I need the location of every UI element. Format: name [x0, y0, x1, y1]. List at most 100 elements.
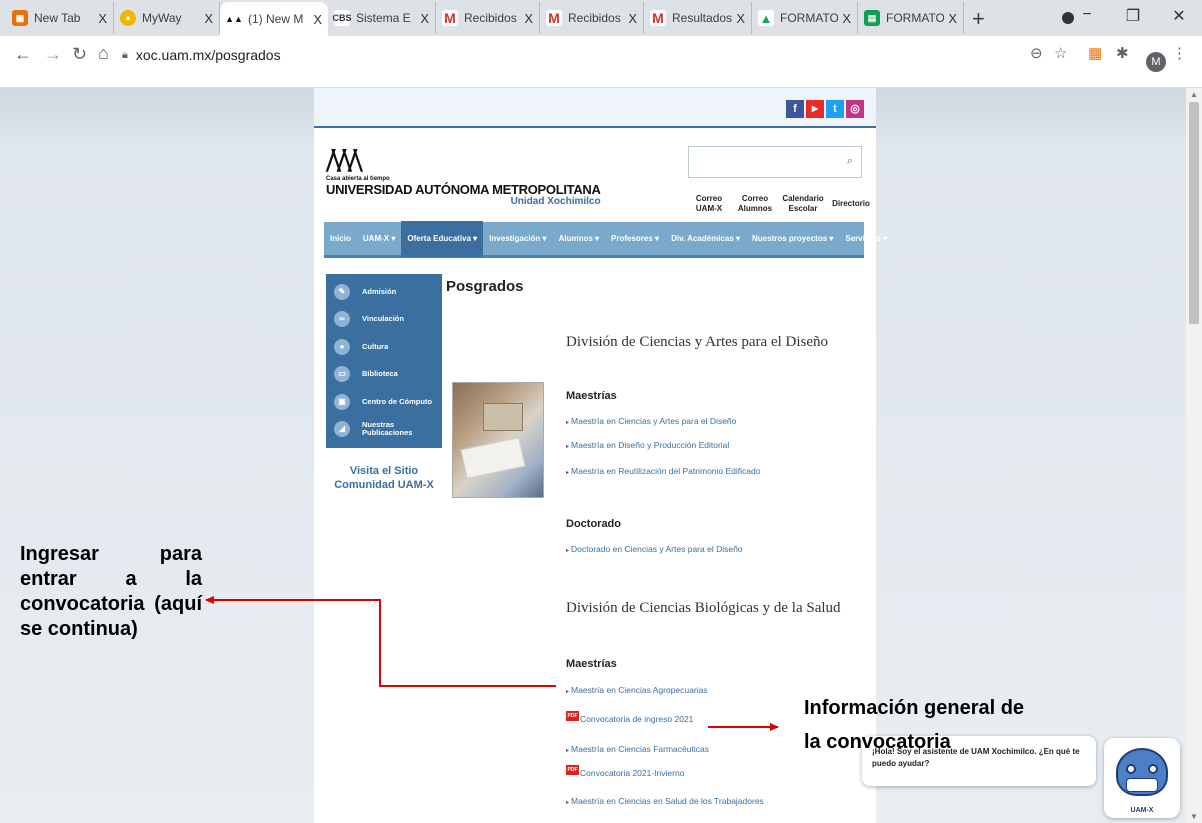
- link-icon: ∞: [334, 311, 350, 328]
- bullet-icon: ▸: [566, 748, 570, 754]
- google-apps-icon: ▦: [12, 10, 28, 26]
- logo-university-name: UNIVERSIDAD AUTÓNOMA METROPOLITANA: [326, 182, 601, 197]
- close-icon[interactable]: X: [948, 11, 957, 26]
- google-drive-icon: ▲: [758, 10, 774, 26]
- program-link[interactable]: ▸ Maestría en Diseño y Producción Editori…: [566, 440, 729, 450]
- nav-item[interactable]: UAM-X ▾: [357, 221, 401, 257]
- close-icon[interactable]: X: [524, 11, 533, 26]
- cbs-icon: CBS: [333, 10, 352, 26]
- google-sheets-icon: ▤: [864, 10, 880, 26]
- close-icon[interactable]: X: [736, 11, 745, 26]
- maximize-icon[interactable]: ❐: [1110, 6, 1156, 26]
- twitter-icon[interactable]: t: [826, 100, 844, 118]
- close-icon[interactable]: X: [842, 11, 851, 26]
- close-icon[interactable]: X: [204, 11, 213, 26]
- scroll-up-icon[interactable]: ▲: [1190, 90, 1198, 99]
- program-link[interactable]: ▸ Maestría en Ciencias Farmacéuticas: [566, 744, 709, 754]
- bookmark-star-icon[interactable]: ☆: [1054, 44, 1067, 62]
- page-scrollbar[interactable]: ▲ ▼: [1186, 88, 1202, 823]
- chatbot-label: UAM-X: [1130, 807, 1154, 814]
- top-link-correo-uamx[interactable]: Correo UAM-X: [688, 194, 730, 214]
- uam-logo[interactable]: /\/\/\ Casa abierta al tiempo UNIVERSIDA…: [326, 144, 601, 208]
- program-link[interactable]: ▸ Maestría en Ciencias y Artes para el Di…: [566, 416, 736, 426]
- tab-strip: ▦ New Tab X ● MyWay X ▲▲ (1) New M X CBS…: [0, 0, 1202, 36]
- top-link-directorio[interactable]: Directorio: [830, 194, 872, 214]
- side-menu-item[interactable]: ● Cultura: [326, 333, 442, 361]
- pdf-icon: PDF: [566, 765, 579, 775]
- extension-apps-icon[interactable]: ▦: [1088, 44, 1102, 62]
- community-link[interactable]: Visita el Sitio Comunidad UAM-X: [326, 464, 442, 492]
- browser-tab[interactable]: CBS Sistema E X: [328, 2, 436, 34]
- pencil-icon: ✎: [334, 283, 350, 300]
- tab-label: New Tab: [34, 11, 81, 25]
- new-tab-button[interactable]: +: [972, 8, 985, 30]
- bullet-icon: ▸: [566, 548, 570, 554]
- close-icon[interactable]: X: [420, 11, 429, 26]
- extensions-puzzle-icon[interactable]: ✱: [1116, 44, 1129, 62]
- browser-tab[interactable]: M Recibidos X: [436, 2, 540, 34]
- reload-icon[interactable]: ↻: [72, 44, 87, 65]
- design-photo: [452, 382, 544, 498]
- nav-item[interactable]: Profesores ▾: [605, 221, 665, 257]
- side-menu-item[interactable]: ▣ Centro de Cómputo: [326, 388, 442, 416]
- instagram-icon[interactable]: ◎: [846, 100, 864, 118]
- top-link-calendario[interactable]: Calendario Escolar: [780, 194, 826, 214]
- microphone-icon: ●: [334, 338, 350, 355]
- menu-kebab-icon[interactable]: ⋮: [1172, 44, 1187, 62]
- site-search-input[interactable]: ⌕: [688, 146, 862, 178]
- nav-item[interactable]: Nuestros proyectos ▾: [746, 221, 839, 257]
- search-icon[interactable]: ⌕: [847, 155, 853, 168]
- program-link[interactable]: ▸ Maestría en Ciencias en Salud de los Tr…: [566, 796, 764, 806]
- tab-label: Sistema E: [356, 11, 411, 25]
- profile-avatar[interactable]: M: [1146, 52, 1166, 72]
- youtube-icon[interactable]: ▶: [806, 100, 824, 118]
- program-link[interactable]: ▸ Doctorado en Ciencias y Artes para el D…: [566, 544, 743, 554]
- facebook-icon[interactable]: f: [786, 100, 804, 118]
- side-menu-item[interactable]: ∞ Vinculación: [326, 306, 442, 334]
- browser-tab[interactable]: M Recibidos X: [540, 2, 644, 34]
- top-link-correo-alumnos[interactable]: Correo Alumnos: [734, 194, 776, 214]
- bullet-icon: ▸: [566, 689, 570, 695]
- nav-item[interactable]: Inicio: [324, 221, 357, 257]
- back-icon[interactable]: ←: [14, 44, 32, 65]
- scroll-down-icon[interactable]: ▼: [1190, 812, 1198, 821]
- url-field[interactable]: 🔒︎ xoc.uam.mx/posgrados: [122, 42, 1040, 68]
- program-link[interactable]: ▸ Maestría en Ciencias Agropecuarias: [566, 685, 708, 695]
- browser-tab[interactable]: ▲ FORMATO X: [752, 2, 858, 34]
- chatbot-avatar-button[interactable]: UAM-X: [1104, 738, 1180, 818]
- side-menu-item[interactable]: ▭ Biblioteca: [326, 361, 442, 389]
- minimize-icon[interactable]: −: [1064, 6, 1110, 26]
- bullet-icon: ▸: [566, 444, 570, 450]
- close-icon[interactable]: X: [98, 11, 107, 26]
- side-menu-item[interactable]: ✎ Admisión: [326, 278, 442, 306]
- browser-tab[interactable]: ▤ FORMATO X: [858, 2, 964, 34]
- nav-item[interactable]: Alumnos ▾: [553, 221, 605, 257]
- nav-item[interactable]: Servicios ▾: [839, 221, 893, 257]
- window-close-icon[interactable]: ✕: [1156, 6, 1202, 26]
- browser-tab[interactable]: M Resultados X: [644, 2, 752, 34]
- site-container: f ▶ t ◎ /\/\/\ Casa abierta al tiempo UN…: [314, 88, 887, 823]
- browser-tab[interactable]: ● MyWay X: [114, 2, 220, 34]
- window-controls: − ❐ ✕: [1064, 6, 1202, 26]
- side-menu-item[interactable]: ◢ Nuestras Publicaciones: [326, 416, 442, 444]
- forward-icon[interactable]: →: [44, 44, 62, 65]
- zoom-icon[interactable]: ⊖: [1030, 44, 1043, 62]
- division-heading: División de Ciencias Biológicas y de la …: [566, 600, 841, 616]
- program-link[interactable]: ▸ Maestría en Reutilización del Patrimoni…: [566, 466, 760, 476]
- main-nav: Inicio UAM-X ▾ Oferta Educativa ▾ Invest…: [324, 220, 887, 258]
- axolotl-mascot-icon: [1116, 748, 1168, 796]
- pdf-link[interactable]: PDF Convocatoria de ingreso 2021: [566, 711, 693, 724]
- nav-item-selected[interactable]: Oferta Educativa ▾: [401, 220, 484, 257]
- browser-tab[interactable]: ▦ New Tab X: [6, 2, 114, 34]
- scrollbar-thumb[interactable]: [1189, 102, 1199, 324]
- home-icon[interactable]: ⌂: [98, 43, 109, 64]
- address-bar-row: ← → ↻ ⌂ 🔒︎ xoc.uam.mx/posgrados ⊖ ☆ ▦ ✱ …: [0, 36, 1202, 88]
- logo-unit-name: Unidad Xochimilco: [510, 196, 601, 207]
- close-icon[interactable]: X: [313, 12, 322, 27]
- nav-item[interactable]: Div. Académicas ▾: [665, 221, 746, 257]
- bullet-icon: ▸: [566, 470, 570, 476]
- browser-tab-active[interactable]: ▲▲ (1) New M X: [220, 2, 328, 36]
- pdf-link[interactable]: PDF Convocatoria 2021-Invierno: [566, 765, 684, 778]
- close-icon[interactable]: X: [628, 11, 637, 26]
- nav-item[interactable]: Investigación ▾: [483, 221, 552, 257]
